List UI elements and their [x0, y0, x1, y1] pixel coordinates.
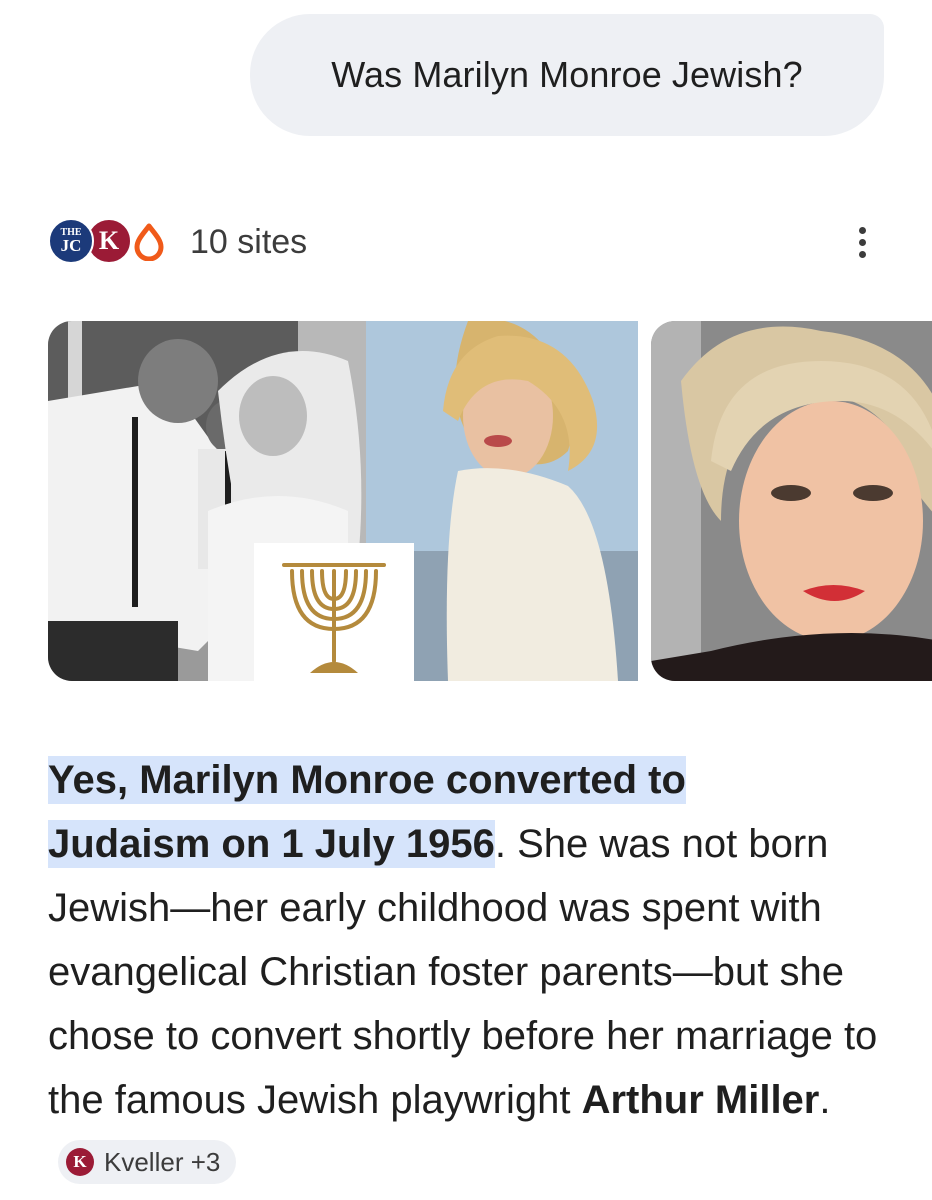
answer-text: Yes, Marilyn Monroe converted to Judaism … — [48, 748, 898, 1196]
user-query-bubble: Was Marilyn Monroe Jewish? — [250, 14, 884, 136]
portrait-image[interactable] — [651, 321, 932, 681]
more-vert-icon[interactable] — [840, 220, 884, 264]
query-text: Was Marilyn Monroe Jewish? — [331, 54, 803, 95]
image-carousel[interactable] — [48, 321, 932, 681]
source-favicons[interactable]: THE JC K — [48, 214, 174, 270]
wedding-menorah-collage-image[interactable] — [48, 321, 638, 681]
the-jc-favicon: THE JC — [48, 218, 94, 264]
citation-label: Kveller +3 — [104, 1147, 221, 1178]
orange-drop-favicon — [126, 218, 172, 264]
drop-icon — [134, 223, 164, 261]
sites-count[interactable]: 10 sites — [190, 223, 307, 262]
answer-bold-name: Arthur Miller — [581, 1078, 820, 1122]
kveller-icon: K — [66, 1148, 94, 1177]
sources-row[interactable]: THE JC K 10 sites — [48, 214, 888, 270]
citation-chip[interactable]: K Kveller +3 — [58, 1140, 237, 1185]
